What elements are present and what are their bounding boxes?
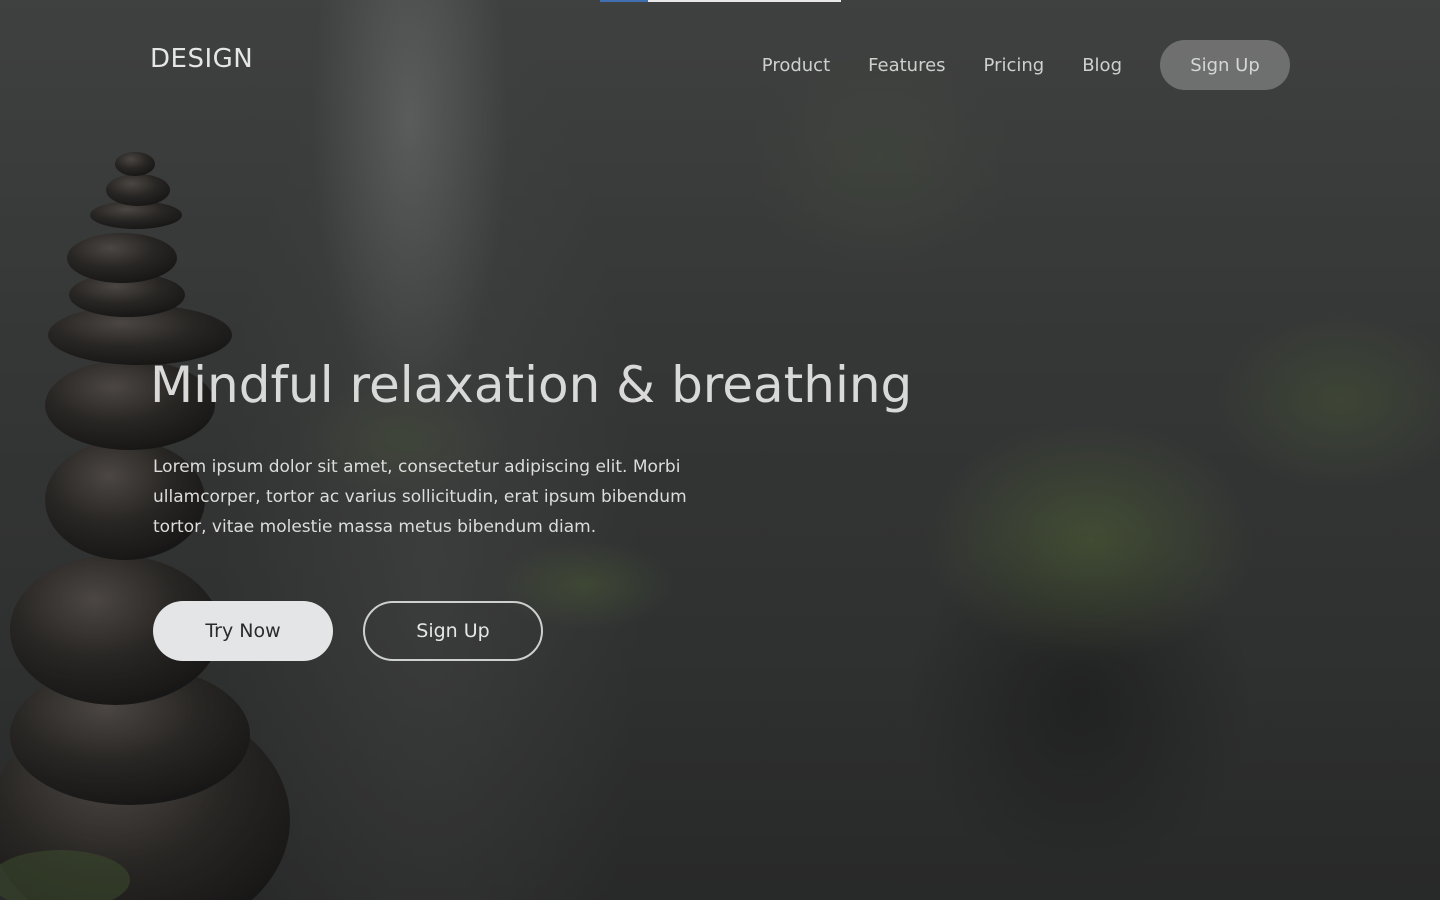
page-progress-bar [600, 0, 841, 2]
page-progress-fill [600, 0, 649, 2]
hero-title: Mindful relaxation & breathing [150, 356, 913, 414]
hero-sign-up-button[interactable]: Sign Up [363, 601, 543, 661]
dark-overlay [0, 0, 1440, 900]
nav-link-blog[interactable]: Blog [1082, 55, 1122, 76]
landing-page: DESIGN Product Features Pricing Blog Sig… [0, 0, 1440, 900]
header-sign-up-button[interactable]: Sign Up [1160, 40, 1290, 90]
hero-description: Lorem ipsum dolor sit amet, consectetur … [153, 457, 687, 537]
logo[interactable]: DESIGN [150, 44, 253, 74]
nav-link-product[interactable]: Product [762, 55, 830, 76]
nav-link-pricing[interactable]: Pricing [984, 55, 1045, 76]
try-now-button[interactable]: Try Now [153, 601, 333, 661]
nav-link-features[interactable]: Features [868, 55, 945, 76]
main-nav: Product Features Pricing Blog Sign Up [762, 40, 1290, 90]
